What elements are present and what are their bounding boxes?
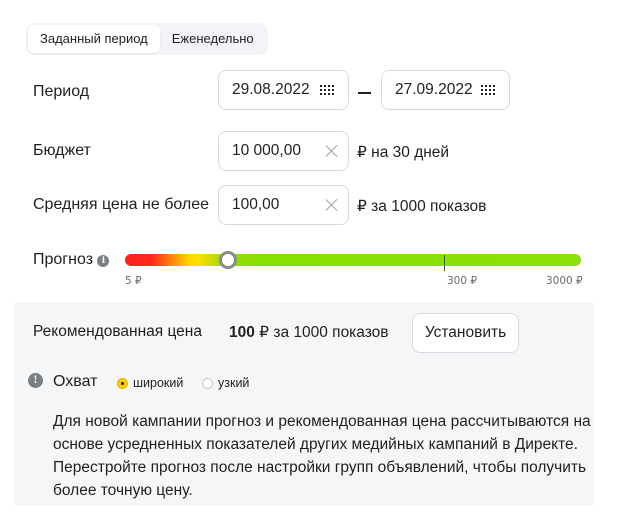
end-date-value: 27.09.2022 [395,81,473,98]
budget-label: Бюджет [33,142,91,159]
start-date-field[interactable]: 29.08.2022 [218,70,349,110]
clear-icon[interactable] [325,144,339,158]
budget-value: 10 000,00 [232,142,301,159]
scale-mid-label: 300 ₽ [447,275,478,287]
warning-icon[interactable]: ! [28,373,43,388]
forecast-label: Прогноз [33,251,94,268]
recommended-price-suffix: ₽ за 1000 показов [254,324,389,341]
reach-radio-narrow[interactable]: узкий [202,376,249,390]
recommended-price-label: Рекомендованная цена [33,323,202,340]
radio-unchecked-icon [202,377,213,389]
avg-price-label: Средняя цена не более [33,196,210,213]
forecast-label-row: Прогноз i [33,251,110,269]
reach-label: Охват [53,373,98,390]
radio-checked-icon [117,377,128,389]
reach-narrow-label: узкий [218,376,250,390]
date-range-dash [358,92,371,94]
info-icon[interactable]: i [97,255,110,267]
scale-max-label: 3000 ₽ [546,275,583,287]
reach-wide-label: широкий [133,376,184,390]
recommended-price-value: 100 ₽ за 1000 показов [229,323,389,342]
end-date-field[interactable]: 27.09.2022 [381,70,510,110]
start-date-value: 29.08.2022 [232,81,310,98]
clear-icon[interactable] [325,198,339,212]
calendar-icon[interactable] [481,85,495,95]
recommended-price-number: 100 [229,324,255,341]
forecast-slider-track[interactable] [125,254,581,266]
calendar-icon[interactable] [320,85,334,95]
tab-custom-period[interactable]: Заданный период [28,25,160,53]
reach-radio-wide[interactable]: широкий [117,376,183,390]
scale-tick [444,255,445,271]
forecast-note: Для новой кампании прогноз и рекомендова… [53,413,591,499]
avg-price-input[interactable]: 100,00 [218,185,349,225]
scale-min-label: 5 ₽ [125,275,142,287]
budget-input[interactable]: 10 000,00 [218,131,349,171]
forecast-slider-thumb[interactable] [219,251,237,269]
avg-price-suffix: ₽ за 1000 показов [357,198,487,215]
period-label: Период [33,83,90,100]
avg-price-value: 100,00 [232,196,280,213]
set-price-button[interactable]: Установить [412,313,519,353]
period-mode-tabs: Заданный период Еженедельно [26,23,268,55]
budget-suffix: ₽ на 30 дней [357,144,450,161]
tab-weekly[interactable]: Еженедельно [160,25,266,53]
